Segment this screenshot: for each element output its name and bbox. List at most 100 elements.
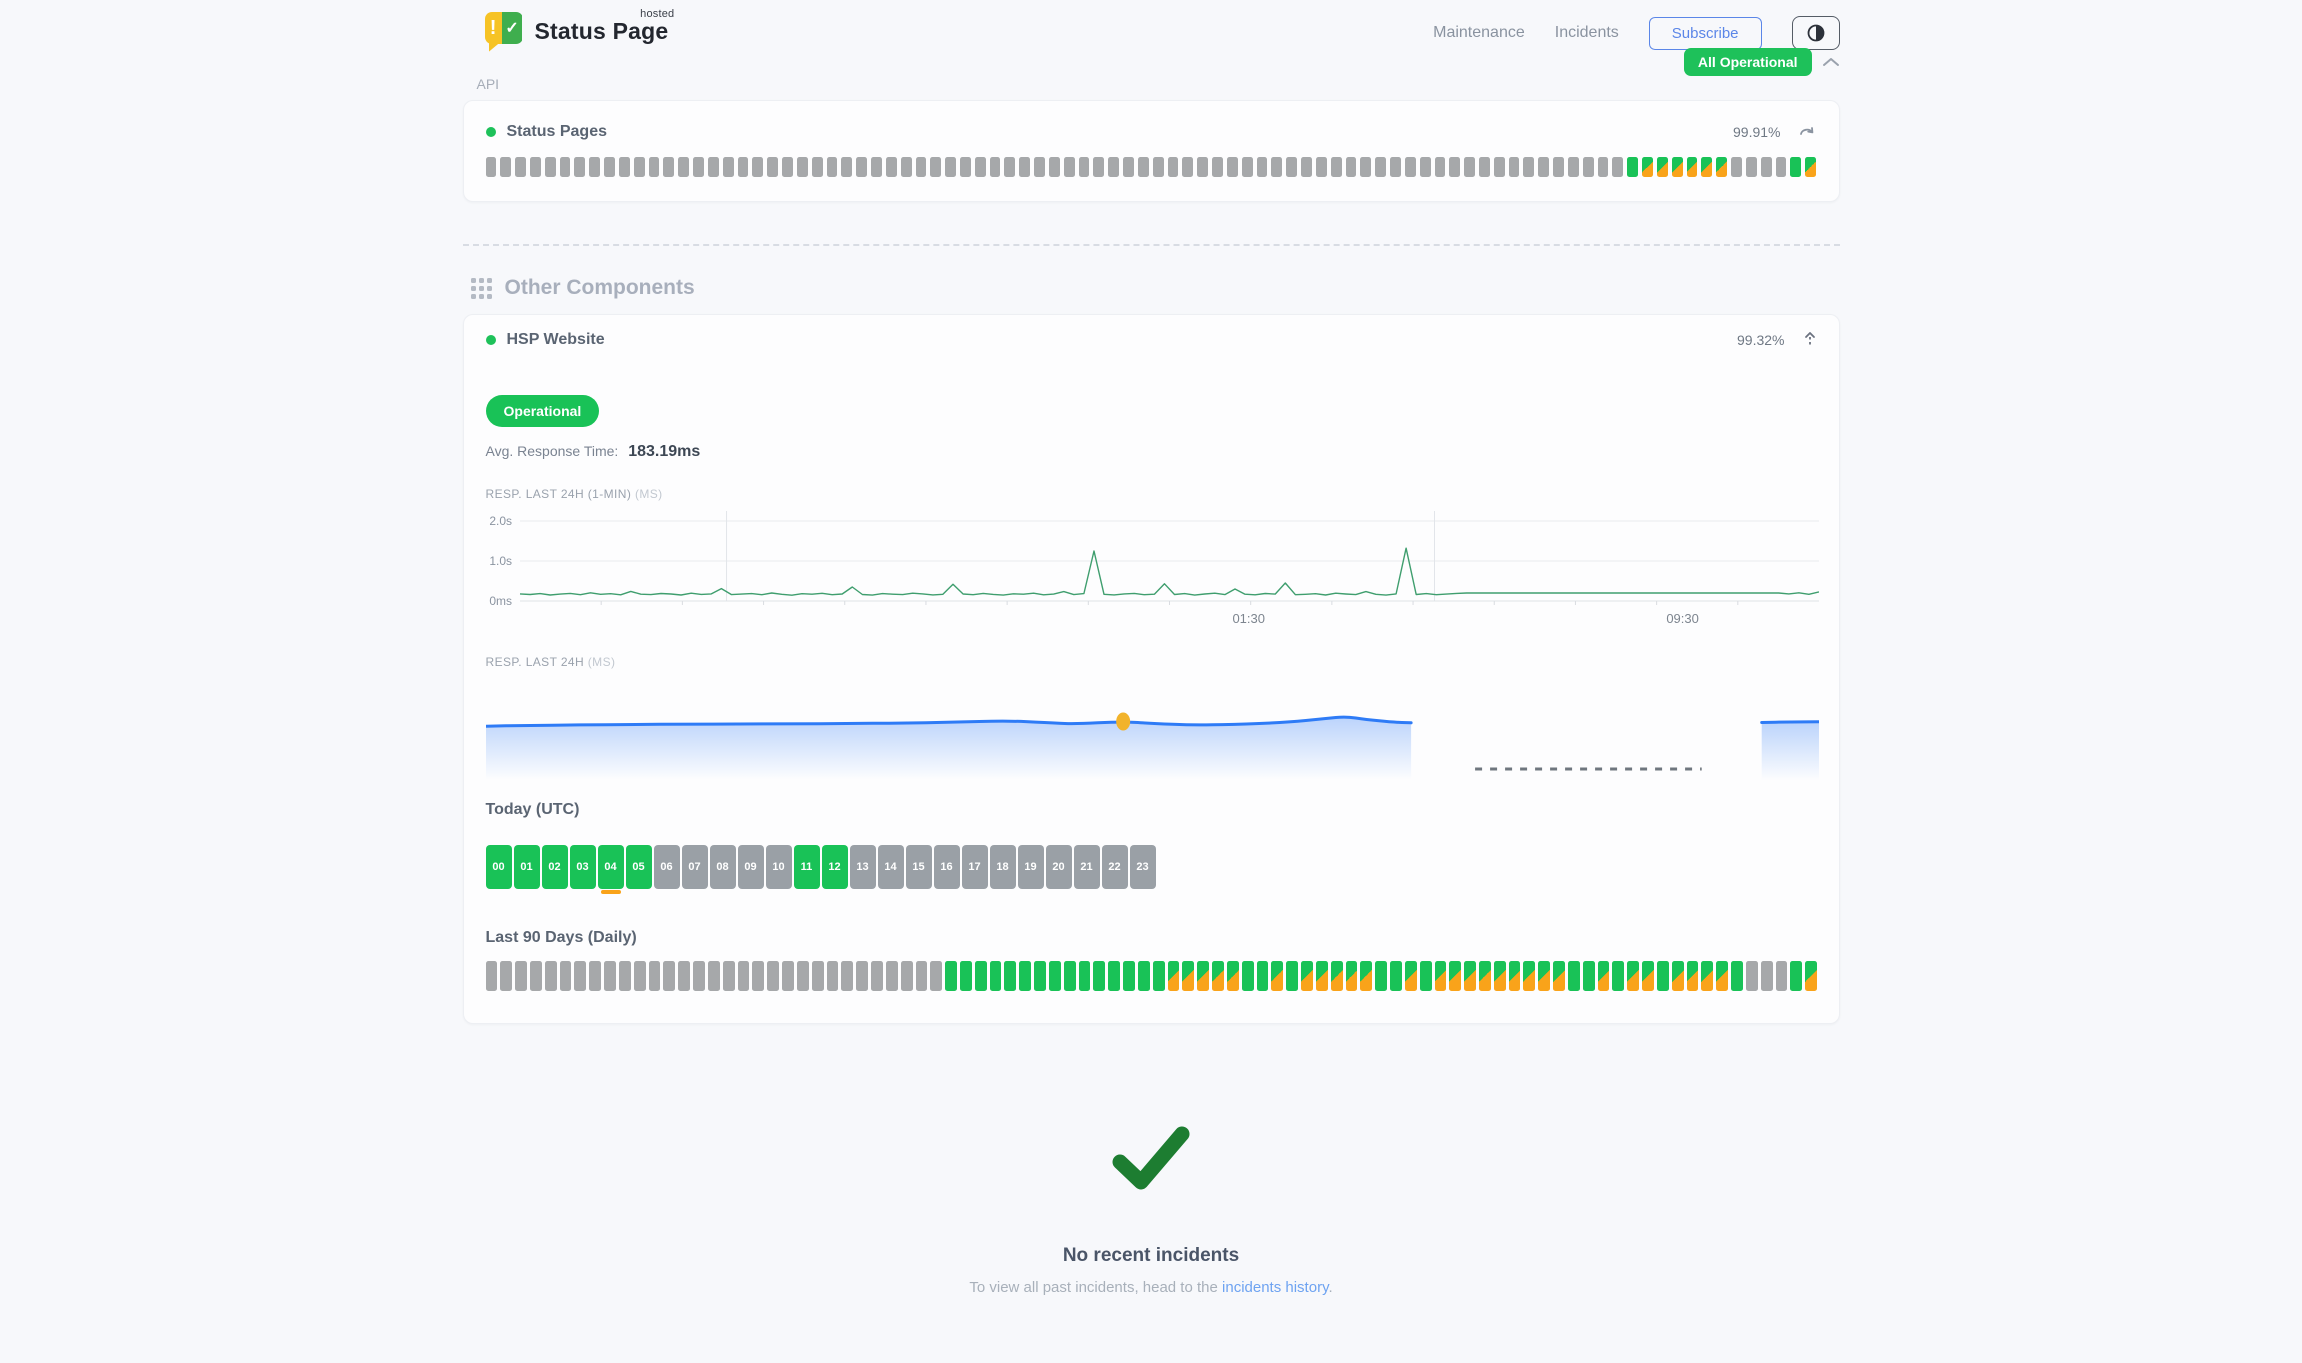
uptime-bar[interactable] bbox=[589, 157, 600, 177]
uptime-bar[interactable] bbox=[1138, 157, 1149, 177]
nav-incidents[interactable]: Incidents bbox=[1555, 24, 1619, 42]
uptime-bar[interactable] bbox=[841, 961, 853, 991]
uptime-bar[interactable] bbox=[767, 961, 779, 991]
uptime-bar[interactable] bbox=[693, 157, 704, 177]
uptime-bar[interactable] bbox=[752, 961, 764, 991]
hour-box-22[interactable]: 22 bbox=[1102, 845, 1128, 889]
uptime-bar[interactable] bbox=[1805, 157, 1816, 177]
uptime-bar[interactable] bbox=[738, 157, 749, 177]
hour-box-17[interactable]: 17 bbox=[962, 845, 988, 889]
uptime-bar[interactable] bbox=[1642, 961, 1654, 991]
uptime-bar[interactable] bbox=[1583, 961, 1595, 991]
uptime-bar[interactable] bbox=[1657, 961, 1669, 991]
uptime-bar[interactable] bbox=[1494, 961, 1506, 991]
uptime-bar[interactable] bbox=[960, 961, 972, 991]
uptime-bar[interactable] bbox=[1123, 961, 1135, 991]
uptime-bar[interactable] bbox=[1701, 157, 1712, 177]
uptime-bar[interactable] bbox=[545, 961, 557, 991]
uptime-bar[interactable] bbox=[604, 157, 615, 177]
uptime-bar[interactable] bbox=[975, 157, 986, 177]
uptime-bar[interactable] bbox=[1657, 157, 1668, 177]
uptime-bar[interactable] bbox=[1316, 961, 1328, 991]
uptime-bar[interactable] bbox=[1346, 961, 1358, 991]
uptime-bar[interactable] bbox=[1420, 961, 1432, 991]
uptime-bar[interactable] bbox=[1227, 157, 1238, 177]
uptime-bar[interactable] bbox=[678, 157, 689, 177]
uptime-bar[interactable] bbox=[545, 157, 556, 177]
uptime-bar[interactable] bbox=[1479, 961, 1491, 991]
uptime-bar[interactable] bbox=[1642, 157, 1653, 177]
uptime-bar[interactable] bbox=[856, 961, 868, 991]
uptime-bar[interactable] bbox=[1790, 961, 1802, 991]
uptime-bar[interactable] bbox=[1553, 961, 1565, 991]
uptime-bar[interactable] bbox=[1360, 961, 1372, 991]
uptime-bar[interactable] bbox=[1479, 157, 1490, 177]
uptime-bar[interactable] bbox=[574, 157, 585, 177]
uptime-bar[interactable] bbox=[1568, 961, 1580, 991]
uptime-bar[interactable] bbox=[649, 157, 660, 177]
uptime-bar[interactable] bbox=[619, 961, 631, 991]
response-time-minute-chart[interactable]: 2.0s1.0s0ms01:3009:30 bbox=[486, 505, 1819, 629]
uptime-bar[interactable] bbox=[1331, 961, 1343, 991]
uptime-bar[interactable] bbox=[886, 157, 897, 177]
uptime-bar[interactable] bbox=[1242, 961, 1254, 991]
uptime-bar[interactable] bbox=[530, 157, 541, 177]
uptime-bar[interactable] bbox=[1286, 961, 1298, 991]
hour-box-12[interactable]: 12 bbox=[822, 845, 848, 889]
uptime-bar[interactable] bbox=[797, 961, 809, 991]
uptime-bar[interactable] bbox=[663, 157, 674, 177]
uptime-bar[interactable] bbox=[1523, 157, 1534, 177]
uptime-bar[interactable] bbox=[1464, 961, 1476, 991]
uptime-bar[interactable] bbox=[1583, 157, 1594, 177]
uptime-bar[interactable] bbox=[1731, 961, 1743, 991]
uptime-bar[interactable] bbox=[1168, 157, 1179, 177]
uptime-bar[interactable] bbox=[738, 961, 750, 991]
uptime-bar[interactable] bbox=[812, 157, 823, 177]
uptime-bar[interactable] bbox=[990, 157, 1001, 177]
uptime-bar[interactable] bbox=[1197, 157, 1208, 177]
uptime-bar[interactable] bbox=[945, 157, 956, 177]
uptime-bar[interactable] bbox=[515, 157, 526, 177]
uptime-bar[interactable] bbox=[916, 961, 928, 991]
uptime-bar[interactable] bbox=[1509, 157, 1520, 177]
uptime-bar[interactable] bbox=[1761, 157, 1772, 177]
uptime-bar[interactable] bbox=[1405, 961, 1417, 991]
uptime-bar[interactable] bbox=[945, 961, 957, 991]
uptime-bar[interactable] bbox=[1034, 157, 1045, 177]
uptime-bar[interactable] bbox=[1123, 157, 1134, 177]
uptime-bar[interactable] bbox=[871, 157, 882, 177]
uptime-bar[interactable] bbox=[1346, 157, 1357, 177]
uptime-bar[interactable] bbox=[560, 961, 572, 991]
uptime-bar[interactable] bbox=[1197, 961, 1209, 991]
uptime-bar[interactable] bbox=[1301, 157, 1312, 177]
uptime-bar[interactable] bbox=[1627, 961, 1639, 991]
uptime-bar[interactable] bbox=[827, 157, 838, 177]
uptime-bar[interactable] bbox=[1449, 961, 1461, 991]
uptime-bar[interactable] bbox=[1553, 157, 1564, 177]
uptime-bar[interactable] bbox=[634, 961, 646, 991]
uptime-bar[interactable] bbox=[1716, 961, 1728, 991]
uptime-bar[interactable] bbox=[1687, 157, 1698, 177]
uptime-bar[interactable] bbox=[663, 961, 675, 991]
uptime-bar[interactable] bbox=[901, 157, 912, 177]
hour-box-02[interactable]: 02 bbox=[542, 845, 568, 889]
uptime-bar[interactable] bbox=[1168, 961, 1180, 991]
hour-box-15[interactable]: 15 bbox=[906, 845, 932, 889]
uptime-bar[interactable] bbox=[678, 961, 690, 991]
uptime-bar[interactable] bbox=[797, 157, 808, 177]
uptime-bar[interactable] bbox=[1716, 157, 1727, 177]
uptime-bar[interactable] bbox=[486, 961, 498, 991]
uptime-bar[interactable] bbox=[975, 961, 987, 991]
uptime-bar[interactable] bbox=[1316, 157, 1327, 177]
uptime-bar[interactable] bbox=[1449, 157, 1460, 177]
uptime-bar[interactable] bbox=[1153, 961, 1165, 991]
uptime-bar[interactable] bbox=[1538, 157, 1549, 177]
logo[interactable]: ! ✓ Status Page hosted bbox=[485, 12, 669, 48]
uptime-bar[interactable] bbox=[1790, 157, 1801, 177]
uptime-bar[interactable] bbox=[1523, 961, 1535, 991]
theme-toggle-button[interactable] bbox=[1792, 16, 1840, 50]
uptime-bar[interactable] bbox=[1360, 157, 1371, 177]
uptime-bar[interactable] bbox=[1494, 157, 1505, 177]
uptime-bar[interactable] bbox=[1568, 157, 1579, 177]
uptime-bar[interactable] bbox=[1182, 961, 1194, 991]
